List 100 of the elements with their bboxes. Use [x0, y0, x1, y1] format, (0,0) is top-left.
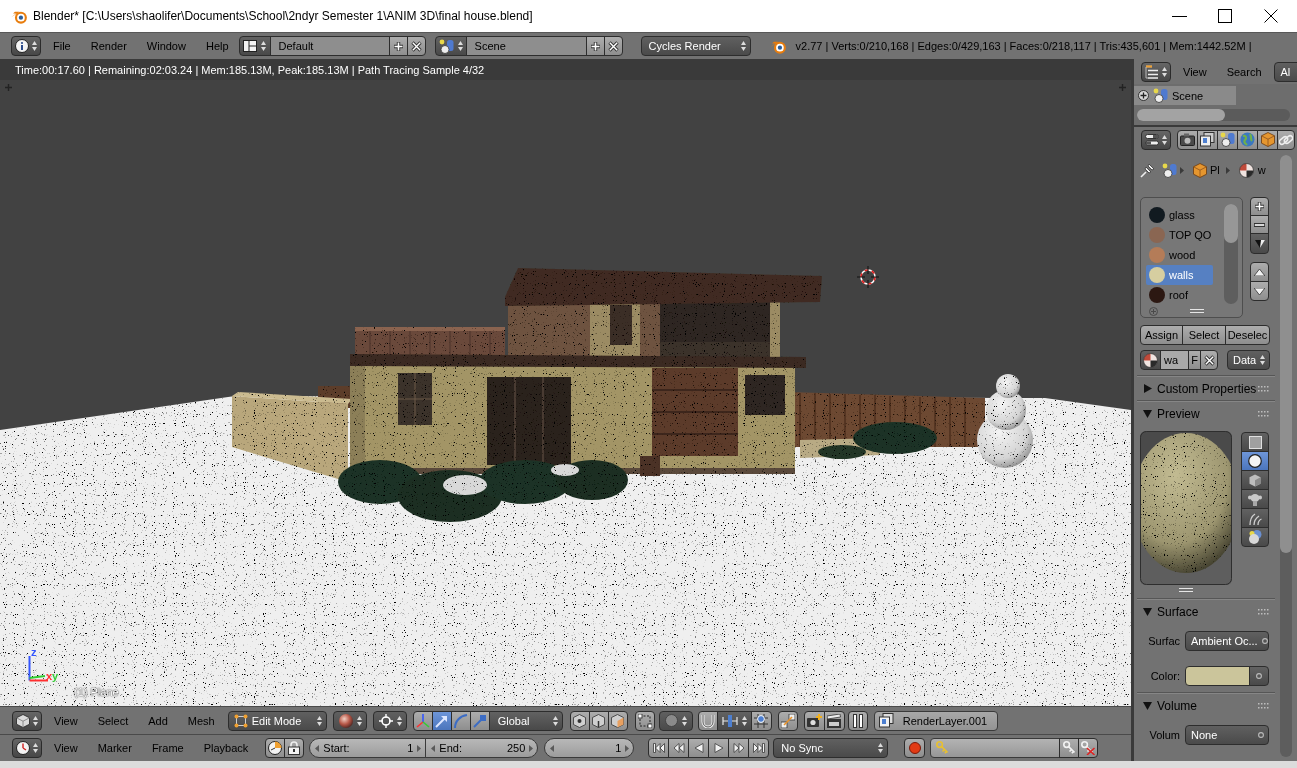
pivot-dropdown[interactable] [372, 710, 407, 731]
preview-type-button[interactable] [1241, 470, 1269, 490]
menu-item[interactable]: Playback [193, 738, 259, 758]
proportional-dropdown[interactable] [658, 710, 693, 731]
editor-type-button[interactable] [1141, 61, 1171, 82]
select-mode-button[interactable] [569, 710, 590, 731]
screen-layout-button[interactable] [238, 36, 271, 56]
menu-item[interactable]: Mesh [177, 710, 225, 731]
remove-slot-button[interactable] [1250, 215, 1269, 234]
properties-tab[interactable] [1237, 129, 1258, 150]
scene-field[interactable]: Scene [465, 36, 587, 56]
manipulator-button[interactable] [431, 710, 452, 731]
editor-type-button[interactable] [1141, 129, 1171, 150]
editor-type-button[interactable] [12, 710, 42, 731]
slot-action-button[interactable]: Assign [1140, 325, 1183, 345]
pause-button[interactable] [847, 710, 868, 731]
panel-title[interactable]: Preview [1157, 406, 1200, 421]
menu-item[interactable]: Window [136, 36, 196, 56]
lock-button[interactable] [284, 738, 305, 758]
manipulator-button[interactable] [412, 710, 433, 731]
preview-range-button[interactable] [265, 738, 286, 758]
playback-button[interactable] [648, 738, 670, 758]
playback-button[interactable] [748, 738, 770, 758]
scrollbar-thumb[interactable] [1280, 155, 1292, 553]
snap-button[interactable] [697, 710, 718, 731]
preview-type-button[interactable] [1241, 489, 1269, 509]
insert-keyframe-button[interactable] [1059, 738, 1080, 758]
panel-title[interactable]: Volume [1157, 698, 1198, 713]
menu-item[interactable]: Marker [87, 738, 142, 758]
mode-dropdown[interactable]: Edit Mode [227, 710, 327, 731]
manipulator-button[interactable] [450, 710, 471, 731]
preview-type-button[interactable] [1241, 451, 1269, 471]
color-swatch[interactable] [1185, 666, 1250, 686]
snap-element-dropdown[interactable] [716, 710, 752, 731]
playback-button[interactable] [728, 738, 750, 758]
current-frame-field[interactable]: 1 [544, 738, 635, 758]
properties-tab[interactable] [1277, 129, 1295, 150]
menu-item[interactable]: Frame [141, 738, 194, 758]
menu-item[interactable]: File [43, 36, 81, 56]
menu-item[interactable]: View [1173, 61, 1217, 82]
list-scrollbar[interactable] [1224, 204, 1238, 304]
preview-type-button[interactable] [1241, 432, 1269, 452]
link-dropdown[interactable]: Data [1227, 350, 1270, 370]
occlude-button[interactable] [634, 710, 655, 731]
preview-type-button[interactable] [1241, 508, 1269, 528]
menu-item[interactable]: View [44, 738, 88, 758]
properties-tab[interactable] [1197, 129, 1218, 150]
move-up-button[interactable] [1250, 262, 1269, 282]
toolbar-button[interactable] [777, 710, 798, 731]
menu-item[interactable]: Help [195, 36, 239, 56]
material-slot[interactable]: wood [1146, 245, 1213, 265]
scrollbar-thumb[interactable] [1224, 204, 1238, 243]
specials-menu-button[interactable] [1250, 233, 1269, 254]
move-down-button[interactable] [1250, 281, 1269, 301]
material-name-field[interactable]: wa [1160, 350, 1189, 370]
horizontal-scrollbar[interactable] [1137, 109, 1290, 121]
outliner-item[interactable]: Scene [1134, 86, 1236, 105]
material-slot[interactable]: glass [1146, 205, 1213, 225]
render-still-button[interactable] [803, 710, 825, 731]
material-slot[interactable]: roof [1146, 285, 1213, 305]
orientation-dropdown[interactable]: Global [488, 710, 563, 731]
playback-button[interactable] [668, 738, 690, 758]
sync-dropdown[interactable]: No Sync [773, 738, 889, 758]
playback-button[interactable] [688, 738, 710, 758]
link-socket-button[interactable] [1249, 666, 1269, 686]
render-layer-field[interactable]: RenderLayer.001 [873, 710, 998, 731]
render-engine-dropdown[interactable]: Cycles Render [640, 36, 751, 56]
display-mode-dropdown[interactable]: Al [1273, 61, 1297, 82]
frame-number-field[interactable]: End: 250 [425, 738, 539, 758]
screen-layout-field[interactable]: Default [269, 36, 390, 56]
panel-title[interactable]: Custom Properties [1157, 381, 1257, 396]
slot-action-button[interactable]: Deselec [1225, 325, 1270, 345]
manipulator-button[interactable] [469, 710, 490, 731]
preview-type-button[interactable] [1241, 527, 1269, 547]
render-animation-button[interactable] [823, 710, 845, 731]
frame-number-field[interactable]: Start: 1 [309, 738, 427, 758]
delete-keyframe-button[interactable] [1078, 738, 1099, 758]
material-browse-button[interactable] [1140, 350, 1161, 370]
slot-action-button[interactable]: Select [1182, 325, 1226, 345]
shading-dropdown[interactable] [332, 710, 367, 731]
scene-button[interactable] [434, 36, 467, 56]
snap-target-button[interactable] [750, 710, 772, 731]
panel-title[interactable]: Surface [1157, 604, 1199, 619]
record-button[interactable] [904, 738, 926, 758]
menu-item[interactable]: Search [1216, 61, 1272, 82]
material-slot[interactable]: walls [1146, 265, 1213, 285]
editor-type-button[interactable] [11, 36, 41, 56]
unlink-button[interactable] [1200, 350, 1218, 370]
vertical-scrollbar[interactable] [1280, 155, 1292, 757]
editor-type-button[interactable] [12, 738, 42, 758]
properties-tab[interactable] [1257, 129, 1278, 150]
shader-dropdown[interactable]: Ambient Oc... [1185, 631, 1269, 651]
shader-dropdown[interactable]: None [1185, 725, 1269, 745]
playback-button[interactable] [708, 738, 730, 758]
menu-item[interactable]: View [44, 710, 88, 731]
menu-item[interactable]: Add [138, 710, 178, 731]
keying-set-field[interactable] [930, 738, 1061, 758]
properties-tab[interactable] [1177, 129, 1198, 150]
menu-item[interactable]: Render [80, 36, 137, 56]
scrollbar-thumb[interactable] [1137, 109, 1225, 121]
